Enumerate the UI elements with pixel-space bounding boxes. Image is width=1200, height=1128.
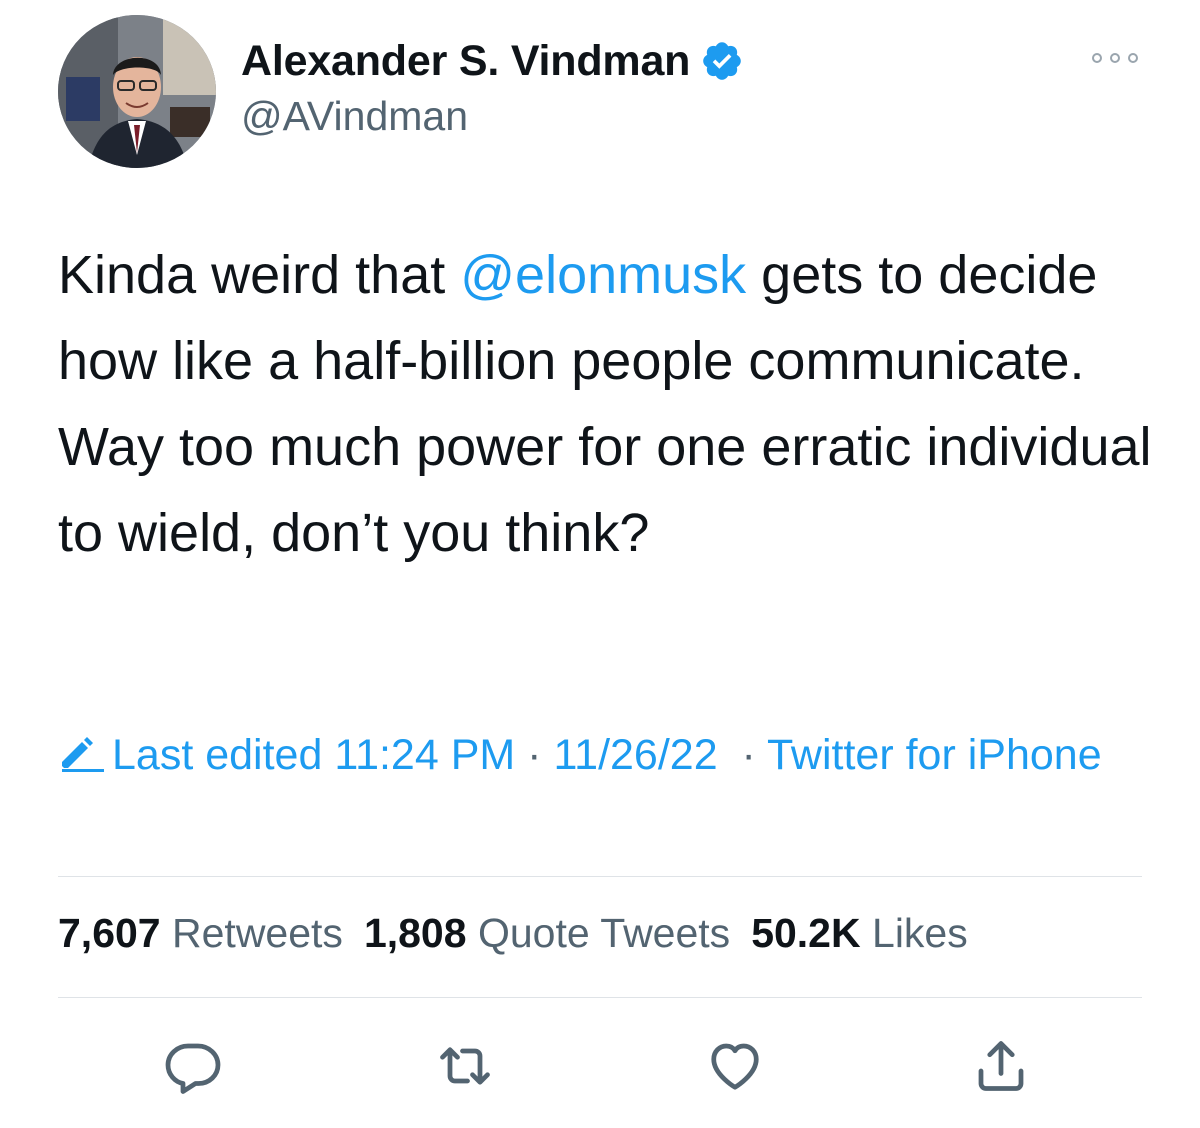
quote-tweets-count: 1,808: [363, 910, 467, 956]
divider: [58, 997, 1142, 998]
more-dot: [1128, 53, 1138, 63]
tweet-time[interactable]: 11:24 PM: [334, 731, 515, 779]
verified-badge-icon: [703, 42, 742, 80]
meta-separator: ·: [717, 731, 768, 779]
retweets-label: Retweets: [172, 910, 343, 956]
quote-tweets-stat[interactable]: 1,808 Quote Tweets: [364, 910, 730, 956]
author-handle[interactable]: @AVindman: [241, 93, 468, 140]
like-button[interactable]: [705, 1036, 765, 1096]
share-button[interactable]: [971, 1036, 1031, 1096]
likes-count: 50.2K: [751, 910, 861, 956]
more-dot: [1110, 53, 1120, 63]
retweets-stat[interactable]: 7,607 Retweets: [58, 910, 343, 956]
engagement-stats: 7,607 Retweets 1,808 Quote Tweets 50.2K Li…: [58, 910, 989, 957]
retweet-button[interactable]: [435, 1036, 495, 1096]
edit-pencil-icon: [62, 737, 104, 772]
author-name-row: Alexander S. Vindman: [241, 33, 744, 89]
likes-label: Likes: [872, 910, 968, 956]
quote-tweets-label: Quote Tweets: [477, 910, 731, 956]
tweet-date[interactable]: 11/26/22: [553, 731, 717, 779]
more-options-icon[interactable]: [1092, 46, 1138, 70]
retweets-count: 7,607: [58, 910, 161, 956]
edited-label[interactable]: Last edited: [112, 731, 322, 779]
likes-stat[interactable]: 50.2K Likes: [751, 910, 968, 956]
tweet-meta: Last edited 11:24 PM · 11/26/22 · Twitte…: [58, 727, 1118, 783]
meta-separator: ·: [515, 731, 554, 779]
divider: [58, 876, 1142, 877]
reply-button[interactable]: [163, 1036, 223, 1096]
mention-link[interactable]: @elonmusk: [460, 245, 746, 305]
author-avatar[interactable]: [58, 15, 216, 168]
avatar-photo: [58, 15, 216, 168]
author-display-name[interactable]: Alexander S. Vindman: [241, 37, 690, 86]
heart-icon: [711, 1043, 759, 1090]
share-icon: [978, 1041, 1024, 1091]
retweet-icon: [440, 1047, 490, 1085]
tweet-text-start: Kinda weird that: [58, 245, 461, 305]
reply-icon: [165, 1043, 221, 1094]
tweet-text: Kinda weird that @elonmusk gets to decid…: [58, 232, 1158, 576]
more-dot: [1092, 53, 1102, 63]
tweet-source[interactable]: Twitter for iPhone: [767, 731, 1102, 779]
